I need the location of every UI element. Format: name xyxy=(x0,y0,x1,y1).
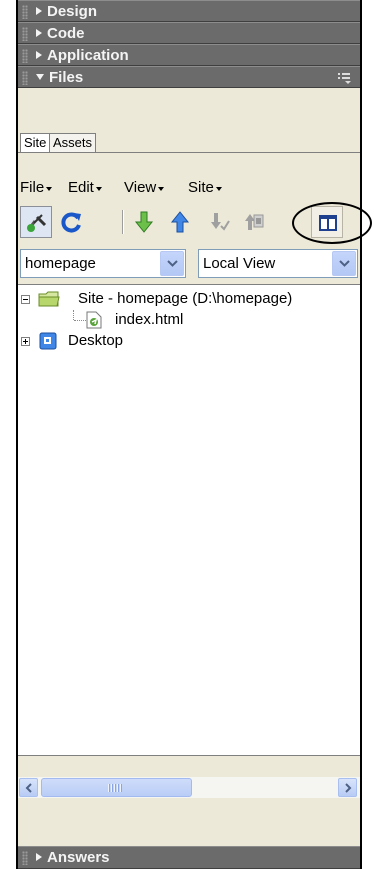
check-in-icon xyxy=(245,214,264,230)
put-files-icon xyxy=(170,211,190,233)
answers-panel-header[interactable]: Answers xyxy=(18,846,360,869)
check-in-button[interactable] xyxy=(238,206,270,238)
menu-edit[interactable]: Edit xyxy=(68,179,102,196)
view-select-dropdown[interactable] xyxy=(332,251,356,276)
expand-arrow-icon xyxy=(36,7,42,15)
refresh-button[interactable] xyxy=(56,206,88,238)
design-panel-header[interactable]: Design xyxy=(18,0,360,22)
status-bar xyxy=(18,802,360,842)
scroll-right-button[interactable] xyxy=(338,778,357,797)
application-panel-title: Application xyxy=(47,47,129,64)
collapse-toggle-icon[interactable] xyxy=(21,295,30,304)
get-files-icon xyxy=(134,211,154,233)
site-select-value: homepage xyxy=(25,255,96,272)
tree-connector xyxy=(74,320,86,322)
application-panel-header[interactable]: Application xyxy=(18,44,360,66)
scroll-thumb[interactable] xyxy=(41,778,192,797)
html-file-icon xyxy=(86,311,102,329)
expand-arrow-icon xyxy=(36,29,42,37)
arrow-right-icon xyxy=(345,783,352,793)
expand-toggle-icon[interactable] xyxy=(21,337,30,346)
design-panel-title: Design xyxy=(47,3,98,20)
expand-arrow-icon xyxy=(36,853,42,861)
file-tree[interactable]: Site - homepage (D:\homepage) index.html… xyxy=(18,284,360,756)
get-files-button[interactable] xyxy=(128,206,160,238)
files-menubar: File Edit View Site xyxy=(18,177,360,201)
scroll-thumb-grip xyxy=(108,784,122,792)
chevron-down-icon xyxy=(167,260,178,267)
index-html-label: index.html xyxy=(115,311,184,328)
tab-assets[interactable]: Assets xyxy=(49,133,97,152)
menu-file[interactable]: File xyxy=(20,179,53,196)
code-panel-title: Code xyxy=(47,25,85,42)
site-select-dropdown[interactable] xyxy=(160,251,184,276)
collapse-arrow-icon xyxy=(36,74,44,80)
refresh-icon xyxy=(61,212,81,233)
tab-divider xyxy=(18,152,360,153)
put-files-button[interactable] xyxy=(164,206,196,238)
files-panel-group: Design Code Application Files Site Asset… xyxy=(16,0,362,869)
horizontal-scrollbar[interactable] xyxy=(18,777,360,798)
files-panel-header[interactable]: Files xyxy=(18,66,360,88)
view-select[interactable]: Local View xyxy=(198,249,358,278)
files-panel-title: Files xyxy=(49,69,84,86)
view-select-value: Local View xyxy=(203,255,276,272)
connect-button[interactable] xyxy=(20,206,52,238)
tree-connector xyxy=(73,310,75,320)
arrow-left-icon xyxy=(25,783,32,793)
gripper-icon[interactable] xyxy=(22,851,28,865)
site-select[interactable]: homepage xyxy=(20,249,186,278)
gripper-icon[interactable] xyxy=(22,71,28,85)
chevron-down-icon xyxy=(95,187,102,191)
chevron-down-icon xyxy=(158,187,165,191)
connect-icon xyxy=(27,214,47,232)
chevron-down-icon xyxy=(215,187,222,191)
answers-panel-title: Answers xyxy=(47,849,110,866)
folder-icon xyxy=(38,291,60,307)
menu-view[interactable]: View xyxy=(124,179,165,196)
desktop-label: Desktop xyxy=(68,332,124,349)
gripper-icon[interactable] xyxy=(22,27,28,41)
chevron-down-icon xyxy=(46,187,53,191)
gripper-icon[interactable] xyxy=(22,49,28,63)
chevron-down-icon xyxy=(339,260,350,267)
toolbar-separator xyxy=(122,210,124,234)
gripper-icon[interactable] xyxy=(22,5,28,19)
expand-arrow-icon xyxy=(36,51,42,59)
menu-site[interactable]: Site xyxy=(188,179,222,196)
options-menu-icon[interactable] xyxy=(338,72,352,84)
highlight-circle xyxy=(292,202,372,244)
code-panel-header[interactable]: Code xyxy=(18,22,360,44)
scroll-left-button[interactable] xyxy=(19,778,38,797)
check-out-icon xyxy=(211,213,230,231)
check-out-button[interactable] xyxy=(202,206,234,238)
site-root-label: Site - homepage (D:\homepage) xyxy=(78,290,293,307)
desktop-icon xyxy=(39,332,57,350)
tab-site[interactable]: Site xyxy=(20,133,51,152)
